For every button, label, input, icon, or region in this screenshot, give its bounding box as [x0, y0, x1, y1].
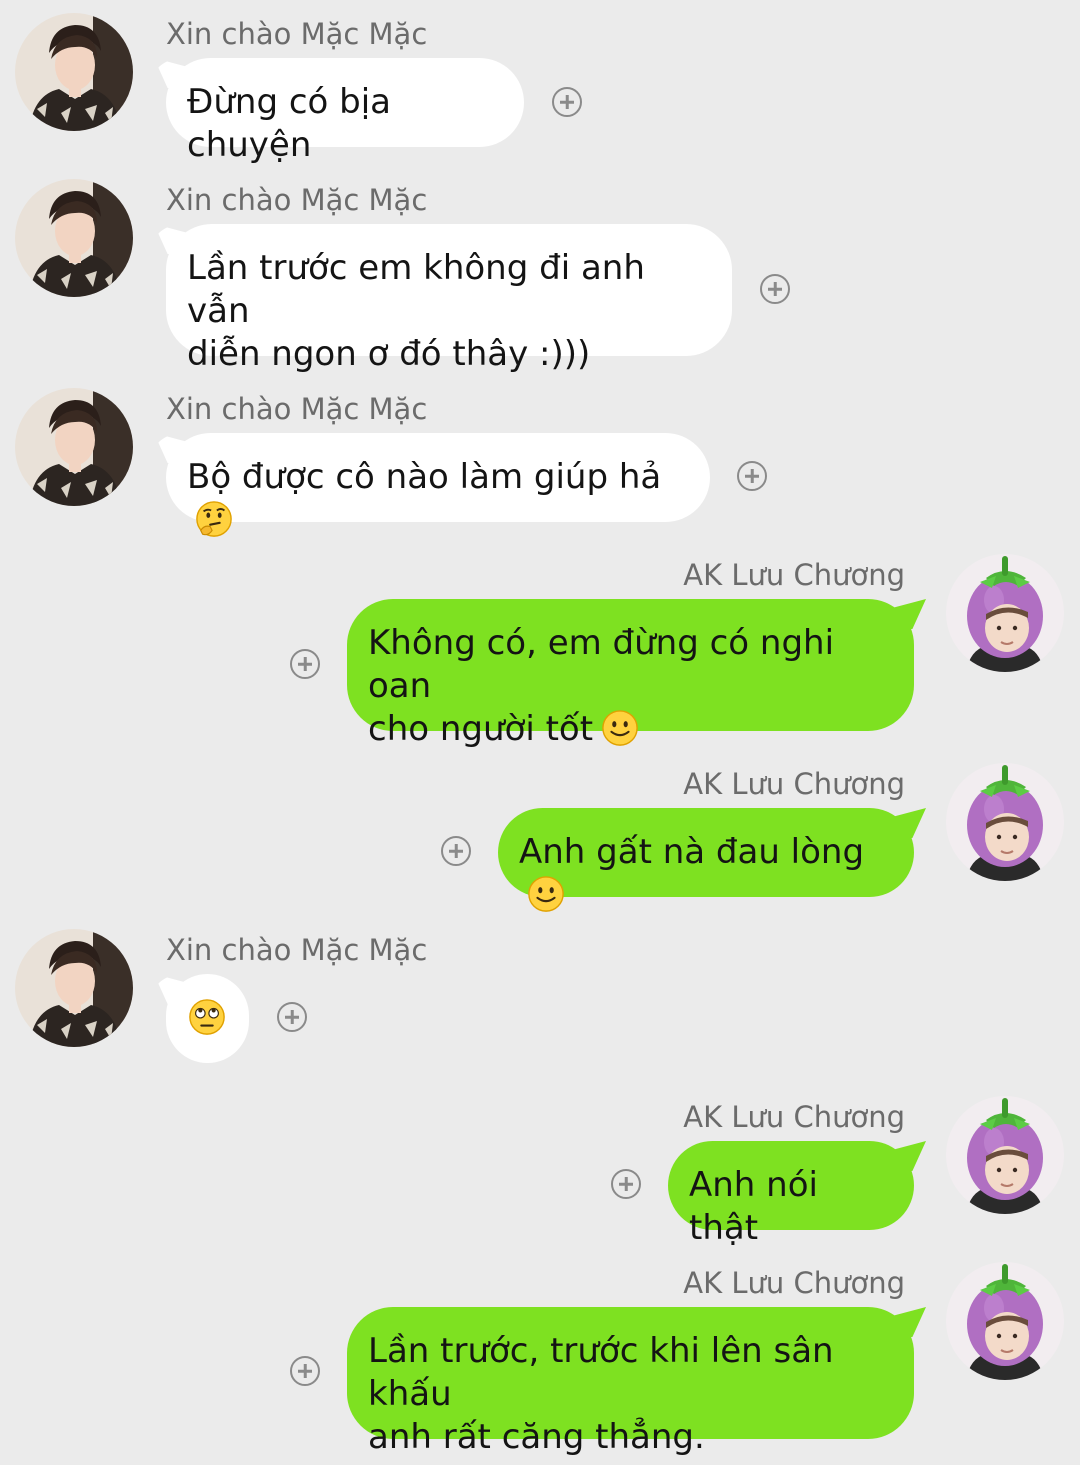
message-text: Anh nói thật	[689, 1165, 818, 1248]
add-reaction-icon[interactable]	[760, 274, 790, 304]
eggplant-hat-avatar-icon	[946, 763, 1064, 881]
message-text-line: Không có, em đừng có nghi oan	[368, 623, 835, 706]
message-text: cho người tốt	[368, 709, 594, 749]
eggplant-hat-avatar-icon	[946, 1096, 1064, 1214]
sender-name: Xin chào Mặc Mặc	[166, 933, 428, 967]
add-reaction-icon[interactable]	[737, 461, 767, 491]
portrait-avatar-icon	[15, 13, 133, 131]
message-bubble[interactable]: Không có, em đừng có nghi oan cho người …	[347, 599, 914, 749]
contact-avatar[interactable]	[15, 13, 133, 131]
my-avatar[interactable]	[946, 554, 1064, 672]
contact-avatar[interactable]	[15, 929, 133, 1047]
message-text-line: Lần trước, trước khi lên sân khấu	[368, 1331, 834, 1414]
thinking-face-emoji	[195, 500, 233, 538]
message-bubble[interactable]	[166, 974, 249, 1063]
add-reaction-icon[interactable]	[552, 87, 582, 117]
message-text-line: diễn ngon ơ đó thây :)))	[187, 334, 591, 374]
message-text: Đừng có bịa chuyện	[187, 82, 391, 165]
portrait-avatar-icon	[15, 929, 133, 1047]
sender-name: Xin chào Mặc Mặc	[166, 392, 428, 426]
sender-name: AK Lưu Chương	[683, 558, 905, 592]
message-bubble[interactable]: Anh gất nà đau lòng	[498, 808, 914, 897]
my-avatar[interactable]	[946, 1096, 1064, 1214]
my-avatar[interactable]	[946, 763, 1064, 881]
portrait-avatar-icon	[15, 179, 133, 297]
sender-name: Xin chào Mặc Mặc	[166, 183, 428, 217]
message-text-line: anh rất căng thẳng.	[368, 1417, 705, 1457]
portrait-avatar-icon	[15, 388, 133, 506]
message-text-line: Lần trước em không đi anh vẫn	[187, 248, 645, 331]
message-text: Anh gất nà đau lòng	[519, 832, 865, 872]
slight-smile-emoji	[527, 875, 565, 913]
message-text: Bộ được cô nào làm giúp hả	[187, 457, 662, 497]
message-bubble[interactable]: Bộ được cô nào làm giúp hả	[166, 433, 710, 522]
message-bubble[interactable]: Lần trước em không đi anh vẫn diễn ngon …	[166, 224, 732, 374]
message-bubble[interactable]: Anh nói thật	[668, 1141, 914, 1248]
add-reaction-icon[interactable]	[611, 1169, 641, 1199]
sender-name: AK Lưu Chương	[683, 1266, 905, 1300]
chat-thread[interactable]: Xin chào Mặc Mặc Đừng có bịa chuyện Xin …	[0, 0, 1080, 1465]
contact-avatar[interactable]	[15, 388, 133, 506]
sender-name: AK Lưu Chương	[683, 767, 905, 801]
slight-smile-emoji	[601, 709, 639, 747]
add-reaction-icon[interactable]	[290, 649, 320, 679]
message-bubble[interactable]: Lần trước, trước khi lên sân khấu anh rấ…	[347, 1307, 914, 1457]
sender-name: AK Lưu Chương	[683, 1100, 905, 1134]
contact-avatar[interactable]	[15, 179, 133, 297]
eggplant-hat-avatar-icon	[946, 554, 1064, 672]
sender-name: Xin chào Mặc Mặc	[166, 17, 428, 51]
message-text-line: cho người tốt	[368, 708, 893, 751]
add-reaction-icon[interactable]	[441, 836, 471, 866]
my-avatar[interactable]	[946, 1262, 1064, 1380]
add-reaction-icon[interactable]	[277, 1002, 307, 1032]
eye-roll-emoji	[188, 998, 226, 1036]
add-reaction-icon[interactable]	[290, 1356, 320, 1386]
message-bubble[interactable]: Đừng có bịa chuyện	[166, 58, 524, 165]
eggplant-hat-avatar-icon	[946, 1262, 1064, 1380]
